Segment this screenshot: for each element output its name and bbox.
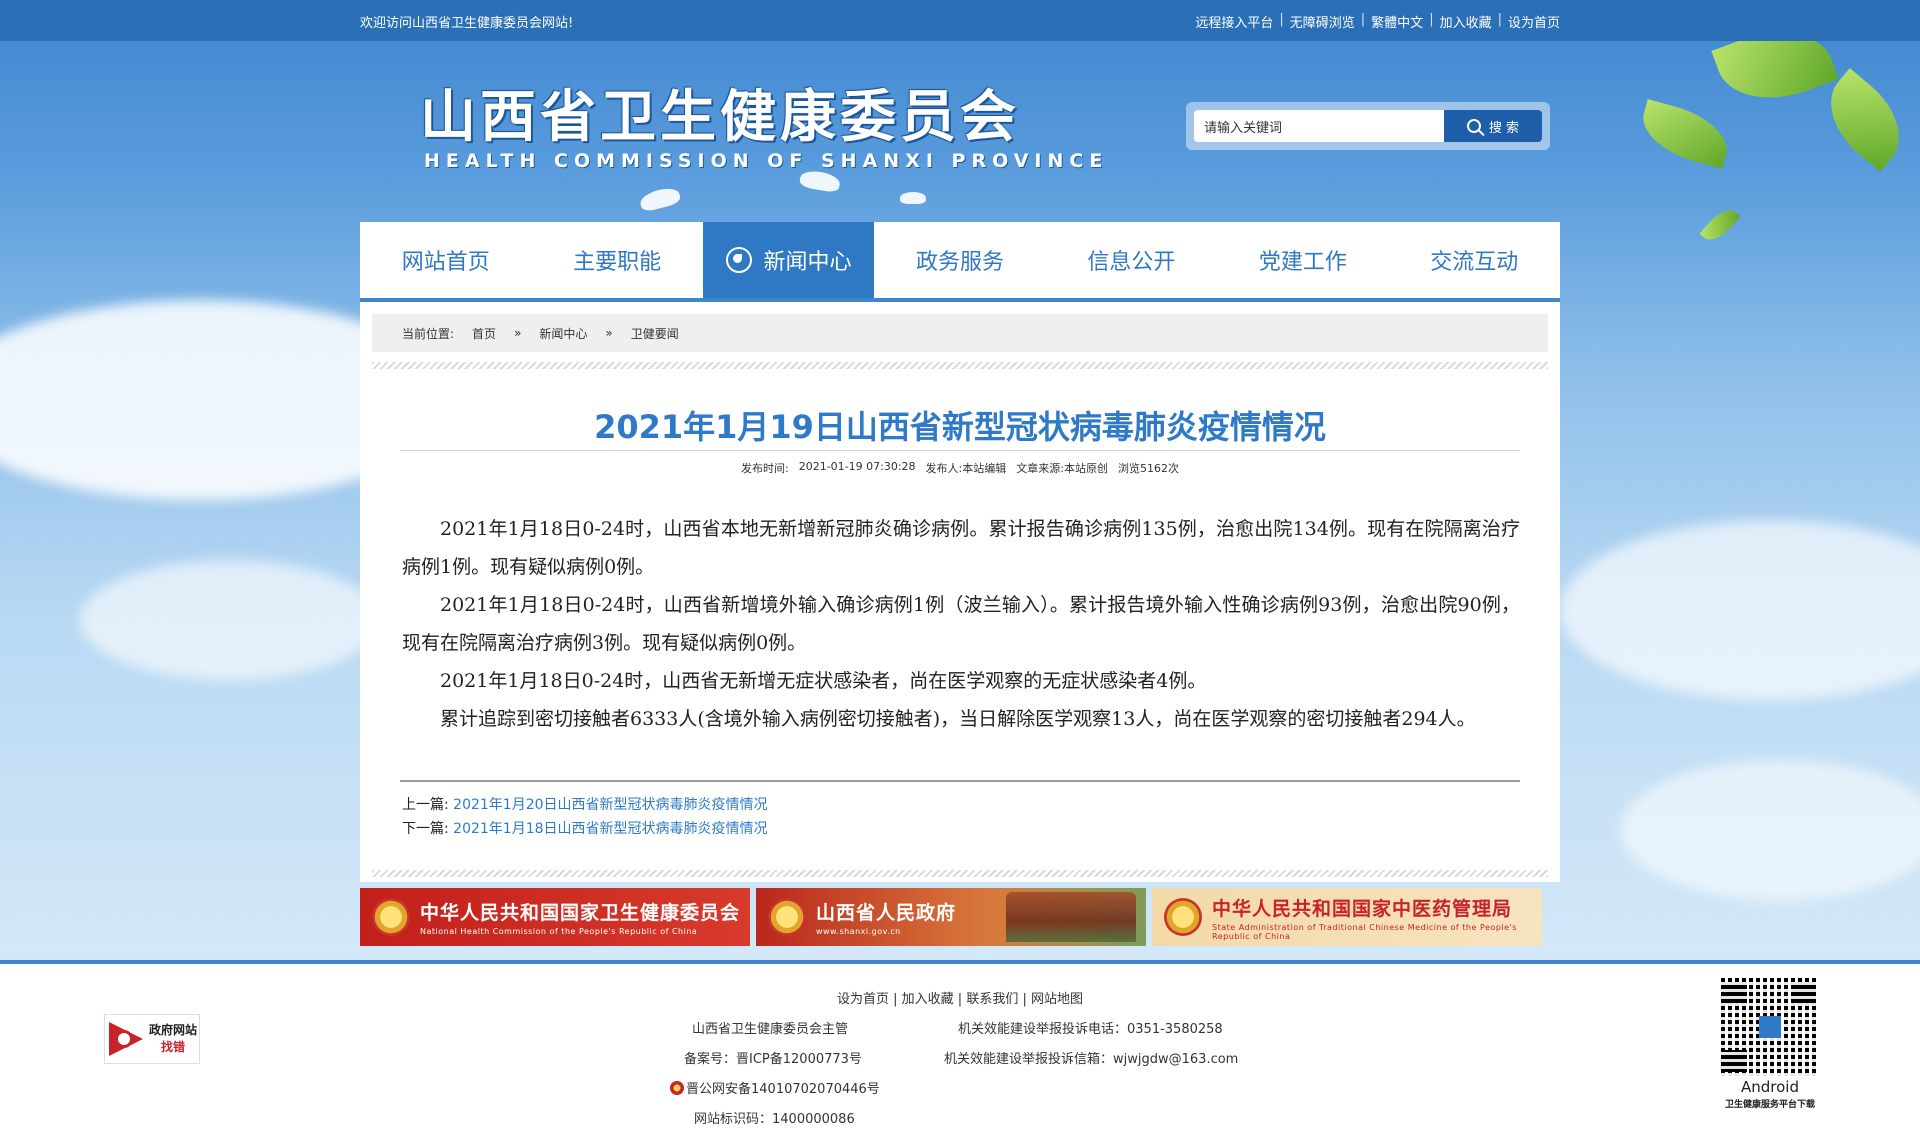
footer-contact-link[interactable]: 联系我们 (966, 992, 1018, 1007)
breadcrumb-separator: » (605, 326, 613, 340)
globe-icon (725, 247, 752, 273)
breadcrumb-separator: » (514, 326, 522, 340)
breadcrumb-home[interactable]: 首页 (472, 325, 496, 342)
search-icon (1466, 119, 1481, 133)
banner-title: 中华人民共和国国家卫生健康委员会 (420, 902, 741, 924)
site-title: 山西省卫生健康委员会 (420, 84, 1020, 150)
search-box: 搜 索 (1186, 102, 1550, 150)
shanxi-gov-banner[interactable]: 山西省人民政府 www.shanxi.gov.cn (756, 888, 1146, 946)
gov-badge-line1: 政府网站 (149, 1023, 198, 1037)
gov-badge-line2: 找错 (161, 1040, 186, 1054)
set-homepage-link[interactable]: 设为首页 (1508, 12, 1560, 31)
nav-item-party[interactable]: 党建工作 (1217, 222, 1388, 298)
cloud-decoration (80, 560, 380, 680)
banner-title: 中华人民共和国国家中医药管理局 (1212, 897, 1513, 920)
footer-police-text: 晋公网安备14010702070446号 (686, 1082, 880, 1097)
content-panel: 当前位置: 首页 » 新闻中心 » 卫健要闻 2021年1月19日山西省新型冠状… (360, 302, 1560, 882)
dove-decoration (798, 168, 842, 194)
next-article: 下一篇: 2021年1月18日山西省新型冠状病毒肺炎疫情情况 (402, 818, 768, 838)
police-badge-icon (670, 1081, 684, 1095)
nav-item-interaction[interactable]: 交流互动 (1389, 222, 1560, 298)
breadcrumb-news[interactable]: 新闻中心 (539, 325, 587, 342)
banner-subtitle: State Administration of Traditional Chin… (1212, 922, 1517, 941)
meta-time-label: 发布时间: (741, 462, 789, 475)
cloud-decoration (1620, 760, 1920, 900)
footer-phone: 机关效能建设举报投诉电话：0351-3580258 (958, 1022, 1223, 1037)
dove-decoration (900, 192, 926, 204)
hatch-divider (372, 870, 1548, 877)
footer-site-code: 网站标识码：1400000086 (694, 1112, 855, 1127)
footer-links: 设为首页 | 加入收藏 | 联系我们 | 网站地图 (836, 992, 1084, 1007)
qr-logo-icon (1759, 1016, 1781, 1038)
article-end-divider (400, 780, 1520, 782)
banner-title: 山西省人民政府 (816, 902, 957, 924)
qr-label: Android (1741, 1078, 1799, 1096)
prev-label: 上一篇: (402, 797, 449, 813)
hatch-divider (372, 362, 1548, 369)
footer-add-favorite-link[interactable]: 加入收藏 (902, 992, 954, 1007)
title-divider (400, 450, 1520, 451)
nav-item-functions[interactable]: 主要职能 (531, 222, 702, 298)
nav-item-services[interactable]: 政务服务 (874, 222, 1045, 298)
breadcrumb: 当前位置: 首页 » 新闻中心 » 卫健要闻 (372, 314, 1548, 352)
article-meta: 发布时间: 2021-01-19 07:30:28 发布人:本站编辑 文章来源:… (400, 460, 1520, 476)
leaf-decoration (1811, 68, 1919, 172)
accessibility-link[interactable]: 无障碍浏览 (1290, 12, 1355, 31)
tcm-banner[interactable]: 中华人民共和国国家中医药管理局 State Administration of … (1152, 888, 1542, 946)
nav-item-news[interactable]: 新闻中心 (702, 222, 875, 298)
footer-set-homepage-link[interactable]: 设为首页 (837, 992, 889, 1007)
banner-subtitle: National Health Commission of the People… (420, 927, 698, 936)
traditional-chinese-link[interactable]: 繁體中文 (1371, 12, 1423, 31)
nhc-banner[interactable]: 中华人民共和国国家卫生健康委员会 National Health Commiss… (360, 888, 750, 946)
article-title: 2021年1月19日山西省新型冠状病毒肺炎疫情情况 (594, 408, 1326, 446)
national-emblem-icon (1164, 898, 1202, 936)
article-paragraph: 2021年1月18日0-24时，山西省本地无新增新冠肺炎确诊病例。累计报告确诊病… (402, 518, 1520, 578)
meta-time: 2021-01-19 07:30:28 (798, 460, 916, 473)
site-subtitle: HEALTH COMMISSION OF SHANXI PROVINCE (424, 150, 1109, 172)
partner-banners: 中华人民共和国国家卫生健康委员会 National Health Commiss… (360, 888, 1560, 946)
breadcrumb-current[interactable]: 卫健要闻 (631, 325, 679, 342)
add-favorite-link[interactable]: 加入收藏 (1440, 12, 1492, 31)
main-nav: 网站首页 主要职能 新闻中心 政务服务 信息公开 党建工作 交流互动 (360, 222, 1560, 302)
dove-decoration (638, 185, 682, 213)
article-paragraph: 累计追踪到密切接触者6333人(含境外输入病例密切接触者)，当日解除医学观察13… (440, 708, 1476, 730)
footer-sponsor: 山西省卫生健康委员会主管 (692, 1022, 849, 1037)
meta-views: 浏览5162次 (1117, 462, 1179, 475)
footer: 设为首页 | 加入收藏 | 联系我们 | 网站地图 山西省卫生健康委员会主管 机… (0, 960, 1920, 1143)
prev-article-link[interactable]: 2021年1月20日山西省新型冠状病毒肺炎疫情情况 (453, 797, 767, 813)
prev-article: 上一篇: 2021年1月20日山西省新型冠状病毒肺炎疫情情况 (402, 794, 768, 814)
pavilion-image (1006, 892, 1136, 942)
gov-site-error-badge[interactable]: 政府网站 找错 (104, 1014, 200, 1064)
search-input[interactable] (1194, 110, 1444, 142)
breadcrumb-label: 当前位置: (402, 326, 455, 341)
remote-access-link[interactable]: 远程接入平台 (1195, 12, 1273, 31)
leaf-decoration (1699, 203, 1741, 247)
next-article-link[interactable]: 2021年1月18日山西省新型冠状病毒肺炎疫情情况 (453, 821, 767, 837)
nav-item-disclosure[interactable]: 信息公开 (1046, 222, 1217, 298)
next-label: 下一篇: (402, 821, 449, 837)
top-bar: 欢迎访问山西省卫生健康委员会网站! 远程接入平台 | 无障碍浏览 | 繁體中文 | 加… (0, 0, 1920, 41)
leaf-decoration (1635, 99, 1735, 169)
meta-publisher: 发布人:本站编辑 (925, 462, 1007, 475)
search-button-label: 搜 索 (1488, 120, 1520, 136)
top-links: 远程接入平台 | 无障碍浏览 | 繁體中文 | 加入收藏 | 设为首页 (1195, 12, 1560, 31)
banner-subtitle: www.shanxi.gov.cn (816, 927, 901, 936)
article-body: 2021年1月18日0-24时，山西省本地无新增新冠肺炎确诊病例。累计报告确诊病… (402, 510, 1520, 738)
qr-sub-label: 卫生健康服务平台下载 (1724, 1100, 1815, 1110)
search-button[interactable]: 搜 索 (1444, 110, 1542, 142)
article-paragraph: 2021年1月18日0-24时，山西省新增境外输入确诊病例1例（波兰输入）。累计… (402, 594, 1520, 654)
magnifier-icon (115, 1030, 133, 1048)
footer-police: 晋公网安备14010702070446号 (670, 1078, 880, 1097)
national-emblem-icon (768, 898, 806, 936)
welcome-text: 欢迎访问山西省卫生健康委员会网站! (360, 16, 574, 31)
footer-icp: 备案号：晋ICP备12000773号 (684, 1052, 862, 1067)
article-paragraph: 2021年1月18日0-24时，山西省无新增无症状感染者，尚在医学观察的无症状感… (440, 670, 1207, 692)
national-emblem-icon (372, 898, 410, 936)
footer-email: 机关效能建设举报投诉信箱：wjwjgdw@163.com (944, 1052, 1239, 1067)
cloud-decoration (1560, 520, 1920, 700)
meta-source: 文章来源:本站原创 (1016, 462, 1108, 475)
nav-item-home[interactable]: 网站首页 (360, 222, 531, 298)
qr-code (1719, 976, 1821, 1078)
footer-sitemap-link[interactable]: 网站地图 (1031, 992, 1083, 1007)
